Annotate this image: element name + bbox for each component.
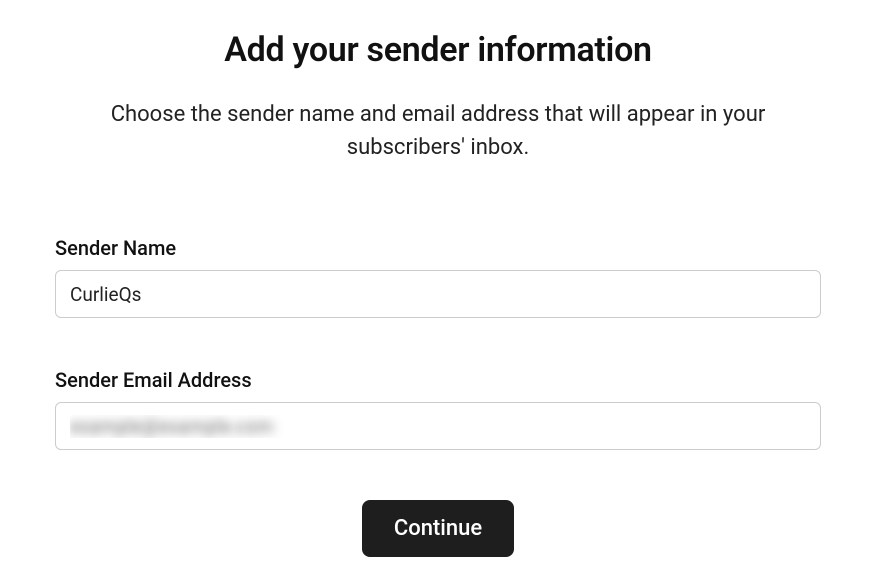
sender-email-group: Sender Email Address	[55, 368, 821, 450]
button-row: Continue	[55, 500, 821, 557]
page-subtitle: Choose the sender name and email address…	[68, 98, 808, 164]
sender-email-label: Sender Email Address	[55, 368, 821, 392]
sender-email-input[interactable]	[55, 402, 821, 450]
continue-button[interactable]: Continue	[362, 500, 514, 557]
sender-name-group: Sender Name	[55, 236, 821, 318]
sender-info-form: Add your sender information Choose the s…	[55, 30, 821, 557]
page-title: Add your sender information	[55, 30, 821, 70]
sender-name-input[interactable]	[55, 270, 821, 318]
sender-name-label: Sender Name	[55, 236, 821, 260]
